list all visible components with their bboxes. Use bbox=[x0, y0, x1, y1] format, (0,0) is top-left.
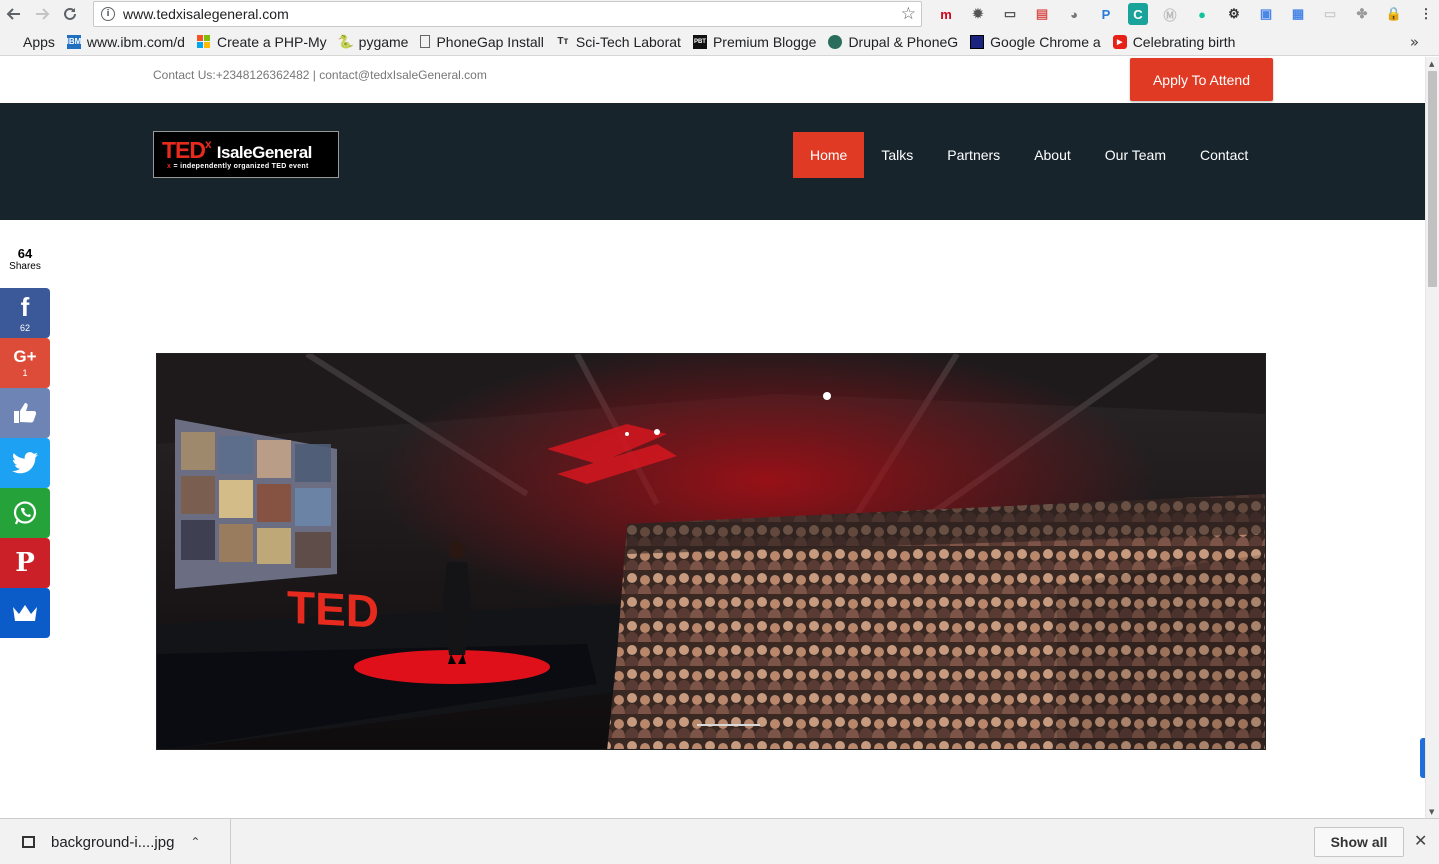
google-plus-share-count: 1 bbox=[22, 368, 28, 378]
scroll-up-icon[interactable]: ▲ bbox=[1429, 60, 1434, 68]
nav-contact[interactable]: Contact bbox=[1183, 132, 1265, 178]
extension-icons: m ✹ ▭ ▤ ◕ P C Ⓜ ● ⚙ ▣ ▦ ▭ ✤ 🔒 ⋮ bbox=[930, 3, 1439, 25]
extension-window-icon[interactable]: ▣ bbox=[1250, 3, 1282, 25]
extension-settings-icon[interactable]: ⚙ bbox=[1218, 3, 1250, 25]
bookmark-premium-blogger[interactable]: PBT Premium Blogge bbox=[687, 28, 823, 56]
show-all-downloads-button[interactable]: Show all bbox=[1314, 827, 1404, 857]
apps-grid-icon bbox=[6, 36, 17, 47]
image-file-icon bbox=[22, 836, 35, 848]
reload-button[interactable] bbox=[56, 0, 84, 28]
browser-menu-icon[interactable]: ⋮ bbox=[1410, 3, 1439, 25]
main-nav: Home Talks Partners About Our Team Conta… bbox=[793, 132, 1265, 178]
youtube-icon: ▶ bbox=[1112, 34, 1127, 49]
extension-m-icon[interactable]: m bbox=[930, 3, 962, 25]
reload-icon bbox=[64, 7, 76, 20]
bookmarks-bar: Apps IBM www.ibm.com/d Create a PHP-My 🐍… bbox=[0, 28, 1439, 56]
facebook-share-button[interactable]: f 62 bbox=[0, 288, 50, 338]
bookmark-phonegap[interactable]: PhoneGap Install bbox=[414, 28, 549, 56]
extension-puzzle-icon[interactable]: ✤ bbox=[1346, 3, 1378, 25]
stage-ted-logo: TED bbox=[287, 581, 379, 638]
nav-about[interactable]: About bbox=[1017, 132, 1088, 178]
bookmark-star-icon[interactable]: ☆ bbox=[901, 4, 916, 24]
bookmark-ibm[interactable]: IBM www.ibm.com/d bbox=[61, 28, 191, 56]
book-icon bbox=[970, 34, 985, 49]
extension-pen-icon[interactable]: ◕ bbox=[1058, 3, 1090, 25]
site-info-icon[interactable]: i bbox=[101, 7, 115, 21]
apply-to-attend-button[interactable]: Apply To Attend bbox=[1130, 58, 1273, 101]
download-bar: background-i....jpg ⌃ Show all ✕ bbox=[0, 818, 1439, 864]
nav-home[interactable]: Home bbox=[793, 132, 865, 178]
extension-circle-m-icon[interactable]: Ⓜ bbox=[1154, 3, 1186, 25]
share-total: 64 Shares bbox=[9, 246, 41, 272]
bookmarks-overflow-icon[interactable]: » bbox=[1410, 33, 1419, 51]
like-share-button[interactable] bbox=[0, 388, 50, 438]
tedx-logo[interactable]: TEDx IsaleGeneral x = independently orga… bbox=[153, 131, 339, 178]
forward-arrow-icon bbox=[36, 8, 50, 20]
pinterest-icon: P bbox=[15, 548, 35, 578]
bookmark-google-chrome[interactable]: Google Chrome a bbox=[964, 28, 1107, 56]
sumome-share-button[interactable] bbox=[0, 588, 50, 638]
tt-icon: Tт bbox=[557, 36, 569, 47]
scroll-thumb[interactable] bbox=[1428, 71, 1437, 287]
nav-talks[interactable]: Talks bbox=[864, 132, 930, 178]
download-item[interactable]: background-i....jpg ⌃ bbox=[0, 819, 231, 864]
whatsapp-share-button[interactable] bbox=[0, 488, 50, 538]
feedback-side-tab[interactable] bbox=[1420, 738, 1425, 778]
thumbs-up-icon bbox=[14, 403, 37, 423]
extension-cast-icon[interactable]: ▭ bbox=[994, 3, 1026, 25]
vertical-scrollbar[interactable]: ▲ ▼ bbox=[1425, 57, 1439, 818]
extension-p-icon[interactable]: P bbox=[1090, 3, 1122, 25]
crown-icon bbox=[13, 605, 37, 621]
extension-lock-icon[interactable]: 🔒 bbox=[1378, 3, 1410, 25]
address-bar[interactable]: i www.tedxisalegeneral.com ☆ bbox=[93, 1, 922, 27]
whatsapp-icon bbox=[13, 501, 37, 525]
nav-partners[interactable]: Partners bbox=[930, 132, 1017, 178]
pygame-icon: 🐍 bbox=[337, 33, 354, 49]
bookmark-apps[interactable]: Apps bbox=[0, 28, 61, 56]
google-plus-share-button[interactable]: G+ 1 bbox=[0, 338, 50, 388]
nav-our-team[interactable]: Our Team bbox=[1088, 132, 1183, 178]
close-icon[interactable]: ✕ bbox=[1414, 831, 1427, 850]
page-icon bbox=[420, 35, 431, 48]
extension-screen-icon[interactable]: ▦ bbox=[1282, 3, 1314, 25]
download-filename: background-i....jpg bbox=[51, 833, 175, 851]
extension-c-icon[interactable]: C bbox=[1128, 3, 1148, 25]
bookmark-pygame[interactable]: 🐍 pygame bbox=[333, 28, 415, 56]
contact-info: Contact Us:+2348126362482 | contact@tedx… bbox=[153, 68, 487, 82]
extension-gear-icon[interactable]: ✹ bbox=[962, 3, 994, 25]
scroll-down-icon[interactable]: ▼ bbox=[1429, 808, 1434, 816]
bookmark-php-myadmin[interactable]: Create a PHP-My bbox=[191, 28, 333, 56]
windows-icon bbox=[197, 34, 211, 49]
extension-calendar-icon[interactable]: ▤ bbox=[1026, 3, 1058, 25]
auditorium-scene: TED bbox=[157, 354, 1265, 749]
hero-image: TED bbox=[156, 353, 1266, 750]
slide-indicator[interactable] bbox=[697, 724, 760, 726]
pinterest-share-button[interactable]: P bbox=[0, 538, 50, 588]
url-text: www.tedxisalegeneral.com bbox=[123, 6, 289, 22]
pbt-icon: PBT bbox=[692, 34, 707, 49]
ibm-icon: IBM bbox=[67, 34, 81, 49]
grammarly-icon[interactable]: ● bbox=[1186, 3, 1218, 25]
twitter-icon bbox=[12, 452, 38, 474]
contact-topbar: Contact Us:+2348126362482 | contact@tedx… bbox=[0, 57, 1425, 103]
google-plus-icon: G+ bbox=[13, 347, 37, 366]
bookmark-scitech[interactable]: Tт Sci-Tech Laborat bbox=[550, 28, 687, 56]
twitter-share-button[interactable] bbox=[0, 438, 50, 488]
facebook-share-count: 62 bbox=[19, 322, 30, 333]
bookmark-celebrating[interactable]: ▶ Celebrating birth bbox=[1107, 28, 1242, 56]
facebook-icon: f bbox=[20, 291, 30, 322]
back-arrow-icon bbox=[6, 8, 20, 20]
drupal-icon bbox=[828, 34, 843, 49]
site-header: TEDx IsaleGeneral x = independently orga… bbox=[0, 103, 1425, 220]
logo-tagline: x = independently organized TED event bbox=[167, 163, 309, 170]
forward-button[interactable] bbox=[28, 0, 56, 28]
back-button[interactable] bbox=[0, 0, 28, 28]
browser-toolbar: i www.tedxisalegeneral.com ☆ m ✹ ▭ ▤ ◕ P… bbox=[0, 0, 1439, 28]
bookmark-drupal[interactable]: Drupal & PhoneG bbox=[822, 28, 964, 56]
extension-blank-icon[interactable]: ▭ bbox=[1314, 3, 1346, 25]
chevron-up-icon[interactable]: ⌃ bbox=[190, 835, 200, 849]
